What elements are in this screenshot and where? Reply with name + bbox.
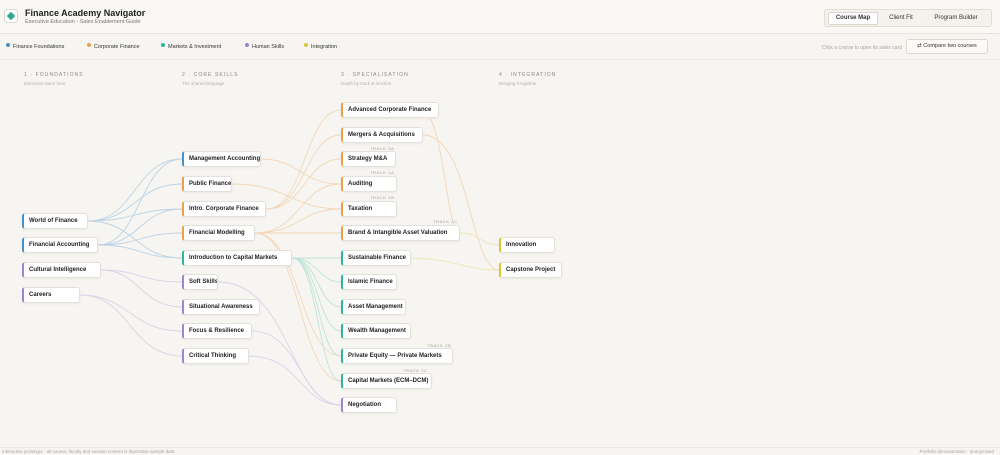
- course-world-of-finance[interactable]: World of Finance: [22, 213, 88, 229]
- view-switcher: Course Map Client Fit Program Builder: [824, 9, 992, 27]
- course-brand-intangible-valuation[interactable]: Brand & Intangible Asset Valuation: [341, 225, 460, 241]
- page-footer: Interactive prototype · all course, facu…: [0, 447, 1000, 455]
- footer-note: Portfolio demonstration · anonymised: [919, 449, 994, 454]
- course-financial-modelling[interactable]: Financial Modelling: [182, 225, 255, 241]
- stage-header-foundations: 1 · FOUNDATIONS Everyone starts here: [24, 72, 84, 86]
- course-financial-accounting[interactable]: Financial Accounting: [22, 237, 98, 253]
- tab-course-map[interactable]: Course Map: [828, 12, 878, 25]
- course-islamic-finance[interactable]: Islamic Finance: [341, 274, 397, 290]
- filter-chip-corporate-finance[interactable]: Corporate Finance: [87, 42, 140, 52]
- course-asset-management[interactable]: Asset Management: [341, 299, 406, 315]
- course-situational-awareness[interactable]: Situational Awareness: [182, 299, 260, 315]
- course-intro-corporate-finance[interactable]: Intro. Corporate Finance: [182, 201, 266, 217]
- filter-dot-icon: [245, 43, 249, 47]
- track-label: TRACK 1B: [370, 195, 395, 200]
- course-innovation[interactable]: Innovation: [499, 237, 555, 253]
- course-sustainable-finance[interactable]: Sustainable Finance: [341, 250, 411, 266]
- filter-dot-icon: [304, 43, 308, 47]
- course-capital-markets-ecm-dcm[interactable]: Capital Markets (ECM–DCM): [341, 373, 432, 389]
- course-management-accounting[interactable]: Management Accounting: [182, 151, 261, 167]
- course-advanced-corporate-finance[interactable]: Advanced Corporate Finance: [341, 102, 439, 118]
- app-subtitle: Executive Education · Sales Enablement G…: [25, 19, 141, 25]
- course-intro-capital-markets[interactable]: Introduction to Capital Markets: [182, 250, 292, 266]
- course-auditing[interactable]: Auditing: [341, 176, 397, 192]
- course-taxation[interactable]: Taxation: [341, 201, 397, 217]
- track-label: TRACK 1C: [433, 219, 458, 224]
- filter-chip-human-skills[interactable]: Human Skills: [245, 42, 284, 52]
- filter-chip-finance-foundations[interactable]: Finance Foundations: [6, 42, 64, 52]
- app-logo-icon: [4, 9, 18, 23]
- tab-client-fit[interactable]: Client Fit: [881, 12, 921, 25]
- course-strategy-ma[interactable]: Strategy M&A: [341, 151, 396, 167]
- course-public-finance[interactable]: Public Finance: [182, 176, 232, 192]
- stage-header-integration: 4 · INTEGRATION Bringing it together: [499, 72, 557, 86]
- course-soft-skills[interactable]: Soft Skills: [182, 274, 218, 290]
- course-connections: [79, 109, 500, 406]
- filter-dot-icon: [6, 43, 10, 47]
- compare-courses-button[interactable]: ⇄ Compare two courses: [906, 39, 988, 54]
- filter-dot-icon: [87, 43, 91, 47]
- course-mergers-acquisitions[interactable]: Mergers & Acquisitions: [341, 127, 423, 143]
- filter-chip-markets-investment[interactable]: Markets & Investment: [161, 42, 221, 52]
- course-critical-thinking[interactable]: Critical Thinking: [182, 348, 249, 364]
- filter-chip-integration[interactable]: Integration: [304, 42, 337, 52]
- tab-program-builder[interactable]: Program Builder: [924, 12, 988, 25]
- course-cultural-intelligence[interactable]: Cultural Intelligence: [22, 262, 101, 278]
- filter-dot-icon: [161, 43, 165, 47]
- stage-header-core-skills: 2 · CORE SKILLS The shared language: [182, 72, 239, 86]
- app-header: Finance Academy Navigator Executive Educ…: [0, 0, 1000, 34]
- course-wealth-management[interactable]: Wealth Management: [341, 323, 411, 339]
- stage-header-specialisation: 3 · SPECIALISATION Depth by track & func…: [341, 72, 409, 86]
- course-careers[interactable]: Careers: [22, 287, 80, 303]
- track-label: TRACK 1A: [370, 170, 395, 175]
- course-focus-resilience[interactable]: Focus & Resilience: [182, 323, 252, 339]
- course-capstone-project[interactable]: Capstone Project: [499, 262, 562, 278]
- footer-disclaimer: Interactive prototype · all course, facu…: [2, 449, 175, 454]
- app-title: Finance Academy Navigator: [25, 8, 146, 18]
- course-private-equity[interactable]: Private Equity — Private Markets: [341, 348, 453, 364]
- toolbar-hint: Click a course to open its sales card: [821, 45, 902, 51]
- course-negotiation[interactable]: Negotiation: [341, 397, 397, 413]
- filter-bar: Finance Foundations Corporate Finance Ma…: [0, 34, 1000, 60]
